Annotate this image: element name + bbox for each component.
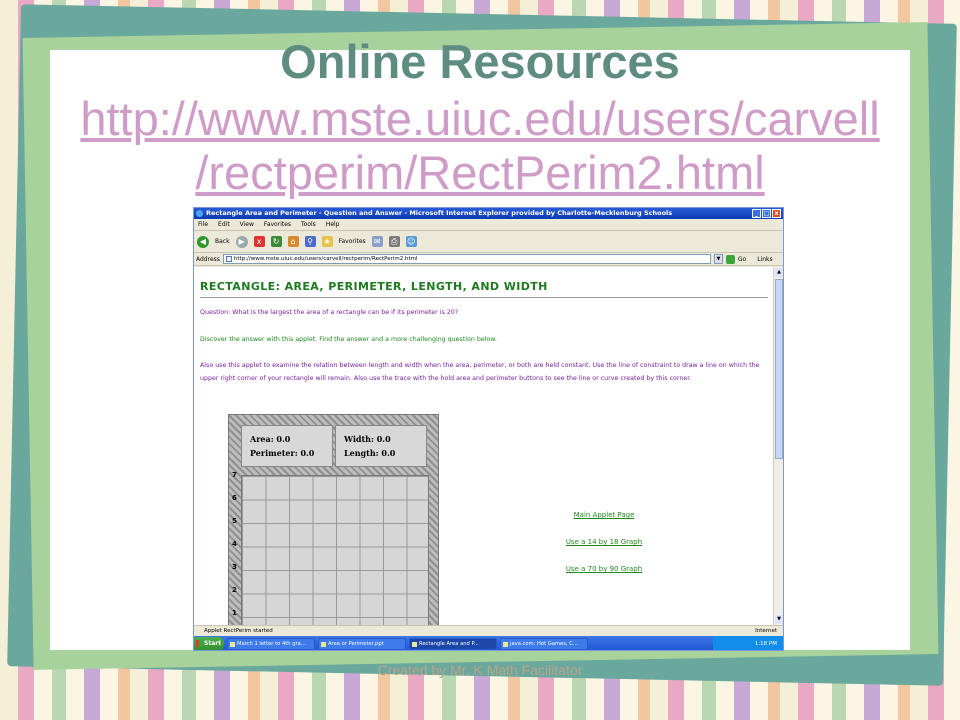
security-zone: Internet xyxy=(755,628,777,634)
status-bar: Applet RectPerim started Internet xyxy=(194,625,783,636)
go-arrow-icon[interactable] xyxy=(725,254,735,264)
scroll-up-icon[interactable]: ▲ xyxy=(775,268,783,277)
heading-divider xyxy=(200,297,768,298)
minimize-button[interactable]: _ xyxy=(752,209,761,218)
main-applet-link[interactable]: Main Applet Page xyxy=(514,511,694,519)
forward-arrow-icon[interactable]: ▶ xyxy=(235,235,248,248)
stop-icon[interactable]: x xyxy=(253,236,265,247)
ie-icon xyxy=(196,210,203,217)
back-button-label[interactable]: Back xyxy=(215,238,230,245)
windows-taskbar: Start March 1 letter to 4th gra... Area … xyxy=(194,636,783,650)
width-length-panel: Width: 0.0 Length: 0.0 xyxy=(335,425,427,467)
taskbar-item-rectangle[interactable]: Rectangle Area and P... xyxy=(409,638,497,650)
address-input[interactable]: http://www.mste.uiuc.edu/users/carvell/r… xyxy=(222,254,711,264)
taskbar-item-letter[interactable]: March 1 letter to 4th gra... xyxy=(227,638,315,650)
mail-icon[interactable]: ✉ xyxy=(371,236,383,247)
graph-14-by-18-link[interactable]: Use a 14 by 18 Graph xyxy=(514,538,694,546)
go-button[interactable]: Go xyxy=(738,256,746,263)
maximize-button[interactable]: □ xyxy=(762,209,771,218)
taskbar-item-java[interactable]: java.com: Hot Games, C... xyxy=(500,638,588,650)
graph-70-by-90-link[interactable]: Use a 70 by 90 Graph xyxy=(514,565,694,573)
scroll-down-icon[interactable]: ▼ xyxy=(775,615,783,624)
start-button[interactable]: Start xyxy=(194,637,224,650)
y-label-7: 7 xyxy=(232,471,237,479)
menu-file[interactable]: File xyxy=(198,219,208,230)
slide-footer: Created by Mr. K Math Facilitator xyxy=(377,662,583,678)
slide-title: Online Resources xyxy=(280,35,680,88)
length-readout: Length: 0.0 xyxy=(344,448,396,458)
back-arrow-icon[interactable]: ◀ xyxy=(197,235,209,248)
browser-screenshot: Rectangle Area and Perimeter - Question … xyxy=(193,207,784,651)
refresh-icon[interactable]: ↻ xyxy=(270,236,282,247)
resource-link-line1[interactable]: http://www.mste.uiuc.edu/users/carvell xyxy=(50,92,910,146)
y-label-6: 6 xyxy=(232,494,237,502)
system-tray-clock: 1:18 PM xyxy=(713,636,783,650)
question-text: Question: What is the largest the area o… xyxy=(200,309,459,316)
y-label-4: 4 xyxy=(232,540,237,548)
favorites-star-icon[interactable]: ★ xyxy=(321,236,333,247)
width-readout: Width: 0.0 xyxy=(344,434,391,444)
taskbar-item-ppt[interactable]: Area or Perimeter.ppt xyxy=(318,638,406,650)
browser-title-bar: Rectangle Area and Perimeter - Question … xyxy=(194,208,783,219)
page-heading: RECTANGLE: AREA, PERIMETER, LENGTH, AND … xyxy=(200,280,548,293)
close-button[interactable]: x xyxy=(772,209,781,218)
status-text: Applet RectPerim started xyxy=(204,628,273,634)
browser-toolbar: ◀ Back ▶ x ↻ ⌂ ⚲ ★ Favorites ✉ ⎙ ☺ xyxy=(194,231,783,253)
vertical-scrollbar[interactable]: ▲ ▼ xyxy=(773,267,783,625)
menu-favorites[interactable]: Favorites xyxy=(264,219,291,230)
window-title: Rectangle Area and Perimeter - Question … xyxy=(206,209,673,217)
address-dropdown-icon[interactable]: ▼ xyxy=(713,254,723,264)
search-icon[interactable]: ⚲ xyxy=(304,236,316,247)
page-icon xyxy=(225,256,232,262)
web-page-content: RECTANGLE: AREA, PERIMETER, LENGTH, AND … xyxy=(194,267,775,625)
links-button[interactable]: Links xyxy=(757,256,772,263)
y-label-1: 1 xyxy=(232,609,237,617)
discover-text: Discover the answer with this applet. Fi… xyxy=(200,336,497,343)
resource-link-line2[interactable]: /rectperim/RectPerim2.html xyxy=(50,146,910,200)
description-text: Also use this applet to examine the rela… xyxy=(200,362,760,382)
address-bar: Address http://www.mste.uiuc.edu/users/c… xyxy=(194,253,783,266)
area-perimeter-panel: Area: 0.0 Perimeter: 0.0 xyxy=(241,425,333,467)
rect-perim-applet[interactable]: Area: 0.0 Perimeter: 0.0 Width: 0.0 Leng… xyxy=(228,414,439,625)
address-url: http://www.mste.uiuc.edu/users/carvell/r… xyxy=(233,256,418,262)
y-label-5: 5 xyxy=(232,517,237,525)
scroll-thumb[interactable] xyxy=(775,279,783,459)
y-label-3: 3 xyxy=(232,563,237,571)
address-label: Address xyxy=(196,255,220,263)
menu-help[interactable]: Help xyxy=(326,219,340,230)
messenger-icon[interactable]: ☺ xyxy=(405,236,417,247)
perimeter-readout: Perimeter: 0.0 xyxy=(250,448,315,458)
area-readout: Area: 0.0 xyxy=(250,434,291,444)
favorites-button-label[interactable]: Favorites xyxy=(339,238,366,245)
menu-tools[interactable]: Tools xyxy=(301,219,316,230)
y-label-2: 2 xyxy=(232,586,237,594)
applet-grid[interactable] xyxy=(241,475,429,625)
print-icon[interactable]: ⎙ xyxy=(388,236,400,247)
menu-view[interactable]: View xyxy=(240,219,254,230)
menu-edit[interactable]: Edit xyxy=(218,219,230,230)
menu-bar: File Edit View Favorites Tools Help xyxy=(194,219,783,231)
home-icon[interactable]: ⌂ xyxy=(287,236,299,247)
